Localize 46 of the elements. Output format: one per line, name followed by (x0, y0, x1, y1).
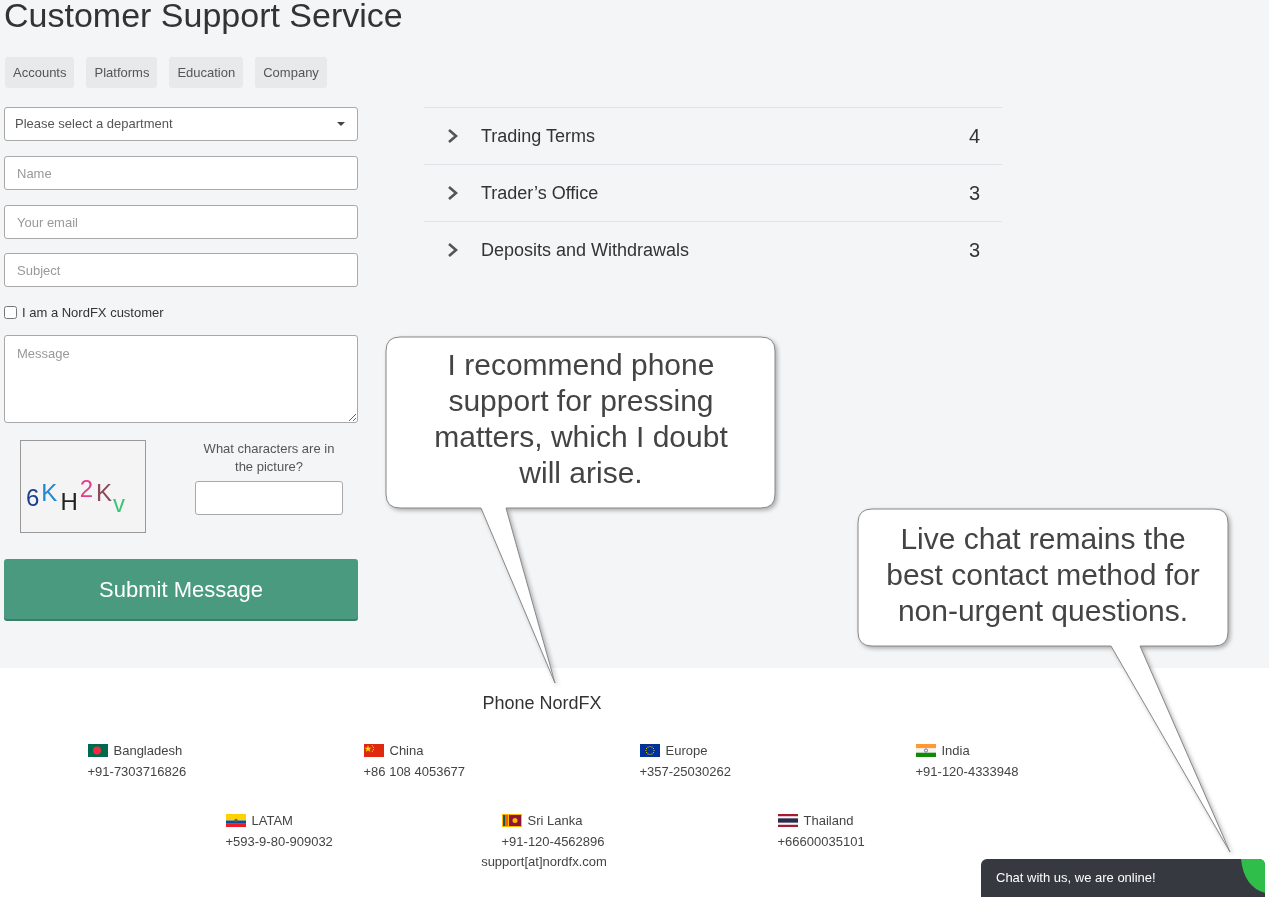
flag-icon (777, 814, 798, 827)
message-textarea[interactable]: Message (4, 335, 358, 423)
caret-icon (337, 122, 345, 126)
phone-number: +91-120-4333948 (915, 763, 1019, 781)
name-input[interactable]: Name (4, 156, 358, 190)
country-name: LATAM (251, 812, 293, 830)
subject-input[interactable]: Subject (4, 253, 358, 287)
country-name: Bangladesh (113, 742, 183, 760)
flag-icon (225, 814, 246, 827)
phone-number: +357-25030262 (639, 763, 731, 781)
category-button[interactable]: Platforms (86, 57, 158, 88)
flag-icon (87, 744, 108, 757)
checkbox[interactable] (4, 305, 17, 319)
callout-text: I recommend phone support for pressing matters, which I doubt will arise. (433, 347, 729, 491)
flag-icon (501, 814, 522, 827)
email-address: support[at]nordfx.com (481, 853, 607, 871)
page-title: Customer Support Service (4, 0, 403, 32)
email-input[interactable]: Your email (4, 205, 358, 239)
checkbox-label: I am a NordFX customer (22, 305, 164, 319)
category-button[interactable]: Education (169, 57, 244, 88)
accordion-row[interactable]: Trading Terms 4 (424, 107, 1002, 164)
country-name: India (941, 742, 970, 760)
flag-icon (363, 744, 384, 757)
accordion-row[interactable]: Deposits and Withdrawals 3 (424, 221, 1002, 278)
country-name: Europe (665, 742, 708, 760)
footer-heading: Phone NordFX (481, 692, 603, 714)
country-name: China (389, 742, 424, 760)
flag-icon (639, 744, 660, 757)
phone-number: +66600035101 (777, 833, 865, 851)
phone-number: +86 108 4053677 (363, 763, 466, 781)
country-name: Sri Lanka (527, 812, 583, 830)
country-name: Thailand (803, 812, 854, 830)
callout-text: Live chat remains the best contact method for non-urgent questions. (885, 521, 1201, 629)
phone-number: +91-120-4562896 (501, 833, 605, 851)
phone-number: +593-9-80-909032 (225, 833, 333, 851)
category-button[interactable]: Accounts (5, 57, 75, 88)
captcha-input[interactable] (195, 481, 343, 515)
captcha-question: What characters are in the picture? (202, 440, 336, 476)
phone-number: +91-7303716826 (87, 763, 187, 781)
department-select[interactable]: Please select a department (4, 107, 358, 141)
status-icon (1240, 859, 1265, 893)
captcha-text: 6KH2Kv (26, 477, 126, 516)
category-button[interactable]: Company (255, 57, 327, 88)
accordion-row[interactable]: Trader’s Office 3 (424, 164, 1002, 221)
chat-widget[interactable]: Chat with us, we are online! (981, 859, 1265, 897)
flag-icon (915, 744, 936, 757)
